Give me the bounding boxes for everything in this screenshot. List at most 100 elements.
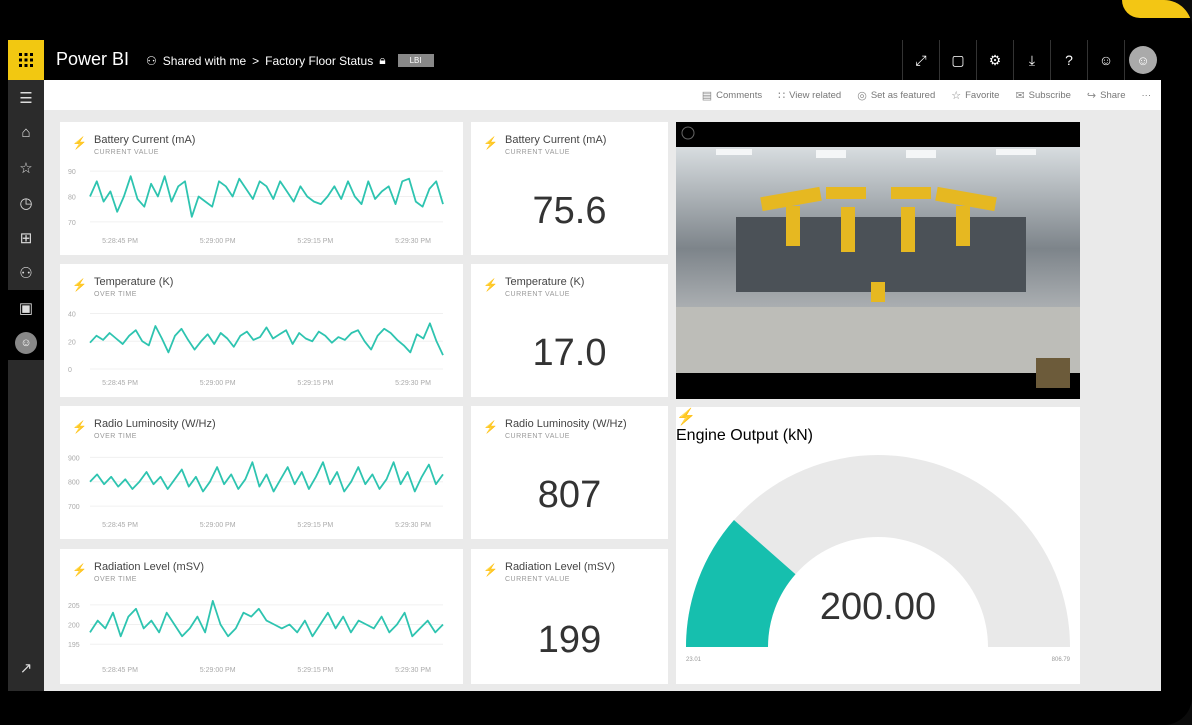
series-line	[89, 322, 444, 356]
sensitivity-label[interactable]: LBI	[397, 54, 434, 67]
top-toolbar: ⤢ ▢ ⚙ ⤓ ? ☺ ☺	[902, 40, 1161, 80]
app-title: Power BI	[56, 49, 130, 69]
account-button[interactable]: ☺	[1124, 40, 1161, 80]
gauge-value: 200.00	[820, 586, 936, 628]
avatar: ☺	[1129, 46, 1157, 74]
pin-icon[interactable]: ⚡	[483, 278, 498, 292]
x-tick-label: 5:29:30 PM	[395, 380, 431, 387]
action-label: Favorite	[965, 89, 1000, 101]
card-tile-radiation-level[interactable]: ⚡ Radiation Level (mSV) CURRENT VALUE 199	[471, 549, 668, 684]
tile-subtitle: CURRENT VALUE	[505, 291, 570, 298]
factory-video-tile[interactable]	[676, 122, 1080, 399]
action-mail[interactable]: ✉ Subscribe	[1015, 89, 1070, 102]
action-share[interactable]: ↪ Share	[1087, 89, 1126, 102]
pin-icon[interactable]: ⚡	[483, 563, 498, 577]
y-tick-label: 20	[68, 339, 76, 346]
home-icon[interactable]: ⌂	[8, 115, 44, 150]
card-tile-battery-current[interactable]: ⚡ Battery Current (mA) CURRENT VALUE 75.6	[471, 122, 668, 255]
left-nav: ☰ ⌂ ☆ ◷ ⊞ ⚇ ▣ ☺ ↗	[8, 80, 44, 691]
my-workspace-button[interactable]: ☺	[8, 325, 44, 360]
line-chart: 205 200 195 5:28:45 PM 5:29:00 PM 5:29:15 PM 5…	[68, 600, 444, 674]
action-featured[interactable]: ◎ Set as featured	[857, 89, 935, 102]
gauge-tile-engine-output[interactable]: 200.00 23.01 806.79 ⚡ Engine Output (kN)	[676, 407, 1080, 684]
expand-icon[interactable]: ↗	[8, 650, 44, 685]
series-line	[89, 600, 444, 638]
x-tick-label: 5:28:45 PM	[102, 238, 138, 245]
x-tick-label: 5:28:45 PM	[102, 380, 138, 387]
action-label: ···	[1141, 89, 1152, 101]
corner-accent	[1122, 0, 1192, 18]
x-tick-label: 5:29:15 PM	[297, 238, 333, 245]
line-tile-temperature[interactable]: ⚡ Temperature (K) OVER TIME 40 20 0 5:28:45 PM…	[60, 264, 463, 397]
tile-subtitle: CURRENT VALUE	[505, 149, 570, 156]
line-tile-radiation-level[interactable]: ⚡ Radiation Level (mSV) OVER TIME 205 200 195…	[60, 549, 463, 684]
x-tick-label: 5:29:30 PM	[395, 667, 431, 674]
app-launcher-icon[interactable]	[8, 40, 44, 80]
workspace-avatar: ☺	[15, 331, 37, 354]
shared-with-me-icon[interactable]: ⚇	[8, 255, 44, 290]
lock-icon: 🔒︎	[379, 53, 386, 67]
line-chart: 40 20 0 5:28:45 PM 5:29:00 PM 5:29:15 PM 5:29:…	[68, 312, 444, 387]
card-tile-temperature[interactable]: ⚡ Temperature (K) CURRENT VALUE 17.0	[471, 264, 668, 397]
settings-icon[interactable]: ⚙	[976, 40, 1013, 80]
device-frame: Power BI ⚇ Shared with me > Factory Floo…	[0, 0, 1192, 725]
favorites-icon[interactable]: ☆	[8, 150, 44, 185]
workspaces-icon[interactable]: ▣	[8, 290, 44, 325]
series-line	[89, 461, 444, 493]
action-label: Subscribe	[1028, 89, 1071, 101]
tile-title: Radiation Level (mSV)	[505, 561, 616, 573]
gauge-max-label: 806.79	[1052, 657, 1071, 663]
card-tile-radio-luminosity[interactable]: ⚡ Radio Luminosity (W/Hz) CURRENT VALUE 807	[471, 406, 668, 539]
card-value: 17.0	[532, 332, 607, 374]
help-icon[interactable]: ?	[1050, 40, 1087, 80]
card-value: 75.6	[532, 190, 607, 232]
y-tick-label: 80	[68, 195, 76, 202]
action-label: Set as featured	[870, 89, 936, 101]
line-chart: 900 800 700 5:28:45 PM 5:29:00 PM 5:29:15 PM 5…	[68, 455, 444, 529]
x-tick-label: 5:28:45 PM	[102, 667, 138, 674]
card-value: 199	[537, 619, 602, 661]
fullscreen-icon[interactable]: ⤢	[902, 40, 939, 80]
action-related[interactable]: ∷ View related	[778, 89, 841, 102]
related-icon: ∷	[778, 89, 786, 102]
breadcrumb-dashboard: Factory Floor Status	[265, 53, 374, 68]
gauge-min-label: 23.01	[686, 657, 702, 663]
breadcrumb-shared[interactable]: Shared with me	[163, 54, 246, 68]
featured-icon: ◎	[857, 89, 867, 102]
mail-icon: ✉	[1015, 89, 1025, 102]
card-value: 807	[537, 474, 602, 516]
tile-title: Battery Current (mA)	[505, 134, 607, 146]
action-label: Share	[1100, 89, 1126, 101]
pin-icon[interactable]: ⚡	[483, 420, 498, 434]
tile-title: Temperature (K)	[505, 276, 585, 288]
action-comment[interactable]: ▤ Comments	[702, 89, 762, 102]
hamburger-icon[interactable]: ☰	[8, 80, 44, 115]
pin-icon[interactable]: ⚡	[483, 136, 498, 150]
star-icon: ☆	[951, 89, 962, 102]
notifications-icon[interactable]: ▢	[939, 40, 976, 80]
y-tick-label: 200	[68, 623, 80, 630]
gauge-chart: 200.00 23.01 806.79	[686, 455, 1071, 663]
x-tick-label: 5:29:30 PM	[395, 238, 431, 245]
recent-icon[interactable]: ◷	[8, 185, 44, 220]
x-tick-label: 5:29:15 PM	[297, 380, 333, 387]
tile-subtitle: CURRENT VALUE	[505, 576, 570, 583]
line-tile-radio-luminosity[interactable]: ⚡ Radio Luminosity (W/Hz) OVER TIME 900 800 7…	[60, 406, 463, 539]
y-tick-label: 900	[68, 455, 80, 462]
action-label: View related	[789, 89, 842, 101]
video-thumbnail[interactable]	[1036, 358, 1070, 388]
y-tick-label: 90	[68, 169, 76, 176]
action-more[interactable]: ···	[1142, 90, 1152, 101]
download-icon[interactable]: ⤓	[1013, 40, 1050, 80]
apps-icon[interactable]: ⊞	[8, 220, 44, 255]
shared-people-icon: ⚇	[146, 53, 157, 68]
line-tile-battery-current[interactable]: ⚡ Battery Current (mA) CURRENT VALUE 90 80 70…	[60, 122, 463, 255]
y-tick-label: 195	[68, 642, 80, 649]
action-star[interactable]: ☆ Favorite	[951, 89, 999, 102]
feedback-icon[interactable]: ☺	[1087, 40, 1124, 80]
x-tick-label: 5:29:30 PM	[395, 522, 431, 529]
x-tick-label: 5:29:00 PM	[200, 667, 236, 674]
x-tick-label: 5:29:00 PM	[200, 522, 236, 529]
line-chart: 90 80 70 5:28:45 PM 5:29:00 PM 5:29:15 PM 5:29…	[68, 169, 444, 245]
share-icon: ↪	[1086, 89, 1097, 102]
